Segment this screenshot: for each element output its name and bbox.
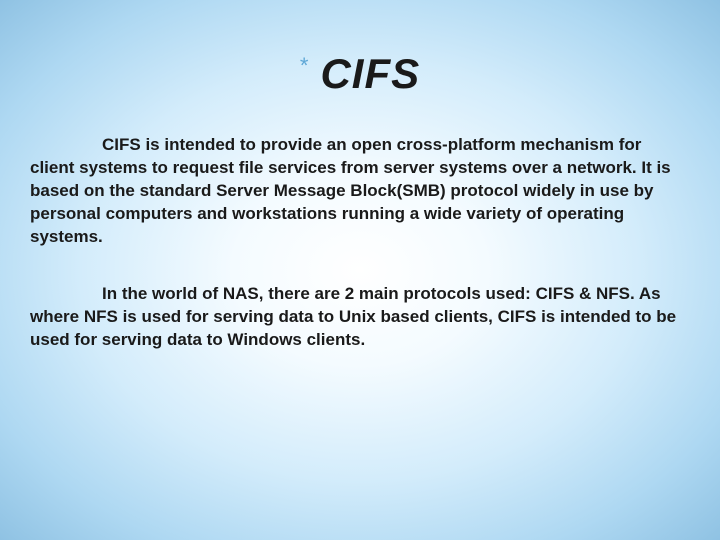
slide-title: CIFS	[320, 50, 420, 98]
body-text: CIFS is intended to provide an open cros…	[30, 134, 690, 352]
paragraph-1: CIFS is intended to provide an open cros…	[30, 134, 690, 249]
paragraph-2: In the world of NAS, there are 2 main pr…	[30, 283, 690, 352]
star-icon: *	[300, 55, 309, 77]
slide: * CIFS CIFS is intended to provide an op…	[0, 0, 720, 540]
heading-row: * CIFS	[30, 50, 690, 98]
